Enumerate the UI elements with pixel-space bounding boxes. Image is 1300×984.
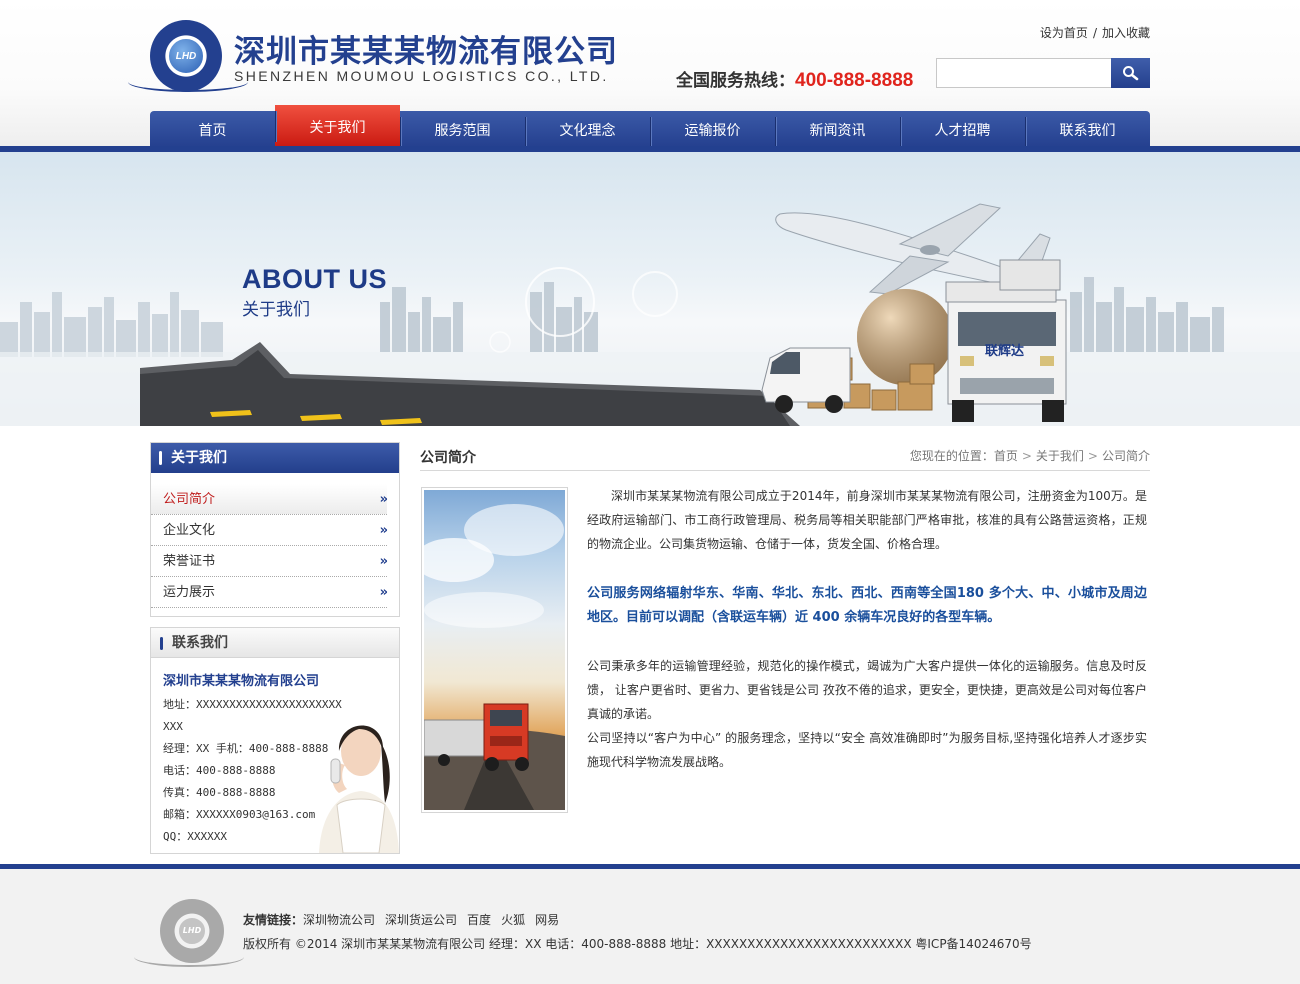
sidebar-item-honors[interactable]: 荣誉证书 » [151,546,389,577]
logo-swoosh [128,82,248,92]
sidebar-item-profile[interactable]: 公司简介 » [151,484,389,515]
nav-item-culture[interactable]: 文化理念 [525,111,650,148]
double-chevron-right-icon: » [379,554,389,569]
friend-links: 友情链接：深圳物流公司 深圳货运公司 百度 火狐 网易 [243,911,569,928]
friend-link-5[interactable]: 网易 [535,913,559,927]
sidebar-item-label: 荣誉证书 [163,554,216,569]
friend-link-3[interactable]: 百度 [467,913,491,927]
nav-item-home[interactable]: 首页 [150,111,275,148]
banner-title-en: ABOUT US [242,264,387,294]
contact-email: 邮箱：XXXXXX0903@163.com [163,808,316,821]
hotline: 全国服务热线：400-888-8888 [676,66,913,92]
breadcrumb-separator: > [1087,449,1098,463]
logo-emblem-text: LHD [175,51,197,62]
breadcrumb-label: 您现在的位置： [909,449,994,463]
footer-logo-swoosh [134,957,244,967]
nav-item-services[interactable]: 服务范围 [400,111,525,148]
sidebar-contact-title: 联系我们 [151,628,399,658]
nav-item-quote[interactable]: 运输报价 [650,111,775,148]
friend-link-4[interactable]: 火狐 [501,913,525,927]
page-title: 公司简介 [420,450,476,466]
contact-company-name: 深圳市某某某物流有限公司 [163,674,320,689]
content-header: 公司简介 您现在的位置：首页 > 关于我们 > 公司简介 [420,442,1150,471]
company-name-en: SHENZHEN MOUMOU LOGISTICS CO., LTD. [234,68,609,84]
double-chevron-right-icon: » [379,523,389,538]
nav-item-news[interactable]: 新闻资讯 [775,111,900,148]
sidebar-item-label: 企业文化 [163,523,216,538]
add-favorite-link[interactable]: 加入收藏 [1102,26,1150,40]
hotline-label: 全国服务热线： [676,71,795,91]
search-icon [1123,66,1139,81]
sidebar-item-capacity[interactable]: 运力展示 » [151,577,389,608]
contact-manager: 经理：XX 手机：400-888-8888 [163,742,329,755]
intro-paragraph-1: 深圳市某某某物流有限公司成立于2014年，前身深圳市某某某物流有限公司，注册资金… [587,489,1147,551]
banner-title-cn: 关于我们 [242,300,310,320]
company-photo [421,487,568,813]
friend-link-2[interactable]: 深圳货运公司 [385,913,457,927]
breadcrumb-current: 公司简介 [1101,449,1150,463]
breadcrumb-separator: > [1021,449,1032,463]
contact-details: 地址：XXXXXXXXXXXXXXXXXXXXXXXXX 经理：XX 手机：40… [163,694,343,848]
sidebar-item-label: 运力展示 [163,585,216,600]
breadcrumb-about[interactable]: 关于我们 [1036,449,1084,463]
sidebar-contact: 联系我们 深圳市某某某物流有限公司 地址：XXXXXXXXXXXXXXXXXXX… [150,627,400,854]
company-logo[interactable]: LHD 深圳市某某某物流有限公司 SHENZHEN MOUMOU LOGISTI… [128,18,617,96]
sidebar-menu: 公司简介 » 企业文化 » 荣誉证书 » 运力展示 » [151,484,389,608]
double-chevron-right-icon: » [379,492,389,507]
top-link-separator: / [1092,26,1097,40]
main-nav: 首页 关于我们 服务范围 文化理念 运输报价 新闻资讯 人才招聘 联系我们 [150,105,1150,148]
hotline-number: 400-888-8888 [795,70,914,91]
nav-item-jobs[interactable]: 人才招聘 [900,111,1025,148]
double-chevron-right-icon: » [379,585,389,600]
top-links: 设为首页 / 加入收藏 [1040,24,1150,41]
set-homepage-link[interactable]: 设为首页 [1040,26,1088,40]
truck-photo [424,504,565,810]
site-footer: LHD 友情链接：深圳物流公司 深圳货运公司 百度 火狐 网易 版权所有 ©2014 深… [0,864,1300,984]
intro-paragraph-4: 公司坚持以“客户为中心” 的服务理念，坚持以“安全 高效准确即时”为服务目标,坚… [587,731,1147,769]
footer-logo: LHD [134,899,244,971]
search-box [936,58,1150,88]
nav-item-contact[interactable]: 联系我们 [1025,111,1150,148]
sidebar-about-title: 关于我们 [151,443,399,473]
sidebar-about: 关于我们 公司简介 » 企业文化 » 荣誉证书 » 运力展示 » [150,442,400,617]
contact-qq: QQ：XXXXXX [163,830,227,843]
breadcrumb-home[interactable]: 首页 [994,449,1018,463]
truck-label: 联辉达 [985,344,1025,359]
sidebar-item-culture[interactable]: 企业文化 » [151,515,389,546]
copyright: 版权所有 ©2014 深圳市某某某物流有限公司 经理：XX 电话：400-888… [243,937,1032,951]
intro-paragraph-highlight: 公司服务网络辐射华东、华南、华北、东北、西北、西南等全国180 多个大、中、小城… [587,586,1147,625]
contact-address: 地址：XXXXXXXXXXXXXXXXXXXXXXXXX [163,698,342,733]
company-intro-article: 深圳市某某某物流有限公司成立于2014年，前身深圳市某某某物流有限公司，注册资金… [587,484,1147,774]
intro-paragraph-3: 公司秉承多年的运输管理经验，规范化的操作模式，竭诚为广大客户提供一体化的运输服务… [587,659,1147,721]
page-banner: ABOUT US 关于我们 联辉达 [0,152,1300,426]
contact-fax: 传真：400-888-8888 [163,786,276,799]
company-name-cn: 深圳市某某某物流有限公司 [234,34,618,70]
banner-illustration [0,203,1300,426]
search-button[interactable] [1111,58,1150,88]
footer-logo-text: LHD [182,926,202,935]
breadcrumb: 您现在的位置：首页 > 关于我们 > 公司简介 [910,447,1150,464]
footer-logo-emblem-icon: LHD [160,899,224,963]
friend-links-label: 友情链接： [243,913,304,927]
nav-item-about[interactable]: 关于我们 [275,105,400,148]
contact-phone: 电话：400-888-8888 [163,764,276,777]
search-input[interactable] [936,58,1111,88]
friend-link-1[interactable]: 深圳物流公司 [303,913,375,927]
sidebar-item-label: 公司简介 [163,492,216,507]
